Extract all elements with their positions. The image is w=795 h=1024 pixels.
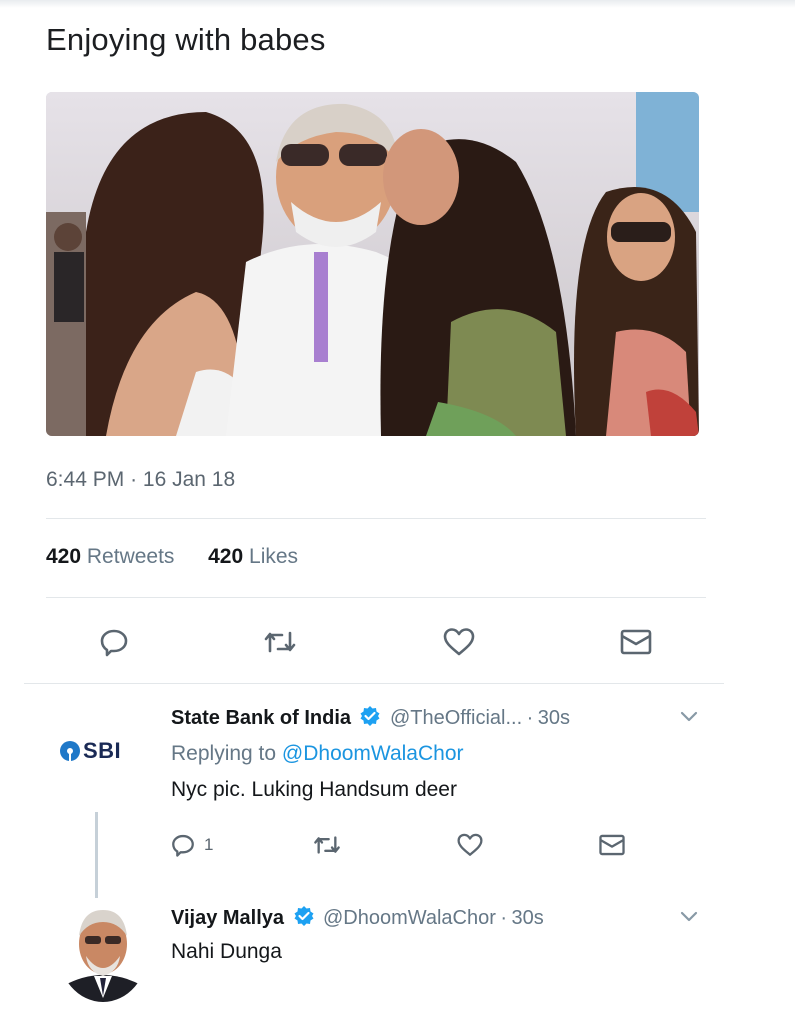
divider [46, 597, 706, 598]
heart-icon [443, 628, 475, 656]
retweets-stat[interactable]: 420 Retweets [46, 545, 174, 568]
replying-to-line: Replying to @DhoomWalaChor [171, 742, 464, 766]
reply-button[interactable] [92, 620, 136, 664]
divider [46, 518, 706, 519]
reply-time-separator: · [500, 907, 508, 929]
chevron-down-icon [680, 711, 698, 722]
avatar-image [58, 898, 148, 1002]
tweet-date: 16 Jan 18 [142, 468, 236, 491]
thread-connector-line [95, 812, 98, 898]
reply-author-handle[interactable]: @TheOfficial... [390, 707, 522, 729]
reply-menu-button[interactable] [678, 708, 700, 731]
reply-text: Nyc pic. Luking Handsum deer [171, 778, 457, 801]
likes-stat[interactable]: 420 Likes [208, 545, 298, 568]
reply-retweet-button[interactable] [312, 830, 342, 860]
tweet-stats: 420 Retweets 420 Likes [46, 545, 298, 569]
reply-time: 30s [511, 907, 544, 929]
like-button[interactable] [437, 620, 481, 664]
tweet-photo[interactable] [46, 92, 699, 436]
chevron-down-icon [680, 911, 698, 922]
reply-time: 30s [537, 707, 570, 729]
sbi-logo-icon [60, 741, 80, 761]
reply-author-name[interactable]: State Bank of India [171, 707, 351, 729]
reply-author-handle[interactable]: @DhoomWalaChor [323, 907, 496, 929]
retweets-count: 420 [46, 545, 82, 568]
envelope-icon [620, 629, 652, 655]
reply-icon [172, 834, 194, 857]
tweet-time: 6:44 PM [46, 468, 125, 491]
replying-to-prefix: Replying to [171, 742, 277, 765]
likes-count: 420 [208, 545, 244, 568]
likes-label: Likes [249, 545, 299, 568]
heart-icon [457, 833, 483, 856]
reply-like-button[interactable] [456, 830, 484, 860]
reply-reply-button[interactable]: 1 [170, 830, 213, 860]
verified-badge-icon [359, 705, 381, 732]
replying-to-mention[interactable]: @DhoomWalaChor [282, 742, 464, 765]
reply-header: Vijay Mallya @DhoomWalaChor · 30s [171, 905, 544, 932]
sbi-avatar[interactable]: SBI [60, 738, 121, 764]
envelope-icon [599, 834, 625, 856]
reply-author-name[interactable]: Vijay Mallya [171, 907, 284, 929]
tweet-text: Enjoying with babes [46, 22, 326, 57]
divider [24, 683, 724, 684]
top-fade [0, 0, 795, 8]
reply-time-separator: · [526, 707, 534, 729]
direct-message-button[interactable] [614, 620, 658, 664]
reply-header: State Bank of India @TheOfficial... · 30… [171, 705, 570, 732]
reply-icon [100, 629, 128, 657]
reply-count: 1 [204, 835, 214, 854]
reply-menu-button[interactable] [678, 908, 700, 931]
verified-badge-icon [293, 905, 315, 932]
sbi-avatar-text: SBI [83, 738, 122, 763]
retweet-button[interactable] [258, 620, 302, 664]
retweet-icon [314, 836, 340, 854]
retweet-icon [264, 631, 296, 653]
avatar[interactable] [58, 898, 148, 1002]
reply-text: Nahi Dunga [171, 940, 282, 963]
reply-message-button[interactable] [598, 830, 626, 860]
photo-image [46, 92, 699, 436]
retweets-label: Retweets [86, 545, 175, 568]
tweet-timestamp: 6:44 PM · 16 Jan 18 [46, 468, 235, 492]
timestamp-separator: · [130, 468, 138, 491]
